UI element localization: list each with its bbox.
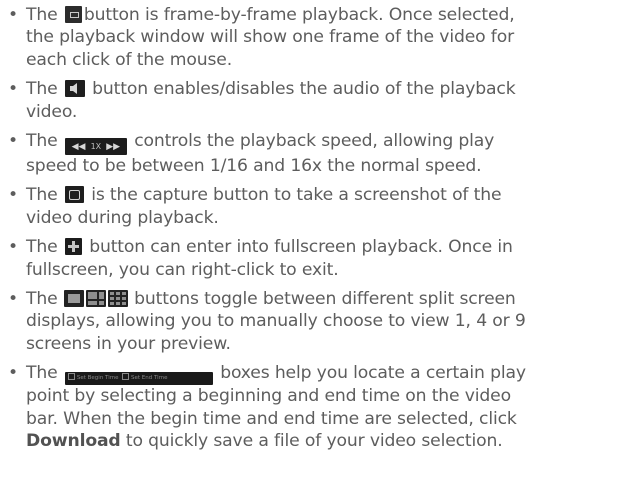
- item-line: The button is frame-by-frame playback. O…: [26, 5, 515, 25]
- instruction-document: • The button is frame-by-frame playback.…: [0, 0, 641, 495]
- end-time-label: Set End Time: [131, 375, 168, 382]
- item-line: Download to quickly save a file of your …: [26, 431, 503, 452]
- item-line: fullscreen, you can right-click to exit.: [26, 259, 339, 280]
- begin-end-time-boxes-icon: Set Begin Time Set End Time: [64, 372, 213, 386]
- item-line: The Set Begin Time Set End Time boxes he…: [26, 363, 526, 386]
- split-1-icon: [63, 290, 84, 308]
- speed-control-icon: ◀◀ 1X ▶▶: [64, 138, 127, 156]
- bullet: •: [8, 363, 18, 384]
- item-line: video.: [26, 101, 78, 122]
- bullet: •: [8, 5, 18, 25]
- bullet: •: [8, 79, 18, 100]
- bullet-item-fullscreen: • The button can enter into fullscreen p…: [6, 236, 641, 281]
- item-line: The ◀◀ 1X ▶▶ controls the playback speed…: [26, 130, 641, 156]
- item-line: the playback window will show one frame …: [26, 27, 514, 48]
- bullet: •: [8, 185, 18, 206]
- item-line: The button enables/disables the audio of…: [26, 79, 516, 100]
- bullet-item-split: • The buttons toggle between different s…: [6, 288, 641, 355]
- item-line: each click of the mouse.: [26, 49, 233, 70]
- audio-icon: [64, 80, 85, 98]
- checkbox-icon: [67, 373, 75, 381]
- item-line: point by selecting a beginning and end t…: [26, 386, 511, 407]
- speed-label: 1X: [90, 142, 102, 152]
- split-9-icon: [107, 290, 128, 308]
- fullscreen-icon: [64, 238, 82, 256]
- capture-camera-icon: [64, 186, 84, 204]
- fast-forward-icon: ▶▶: [106, 142, 121, 153]
- download-keyword: Download: [26, 431, 121, 452]
- bullet: •: [8, 237, 18, 258]
- begin-time-label: Set Begin Time: [76, 375, 119, 382]
- rewind-icon: ◀◀: [71, 142, 86, 153]
- item-line: screens in your preview.: [26, 333, 231, 354]
- bullet-item-time: • The Set Begin Time Set End Time boxes …: [6, 362, 641, 452]
- item-line: The buttons toggle between different spl…: [26, 289, 516, 310]
- bullet: •: [8, 289, 18, 310]
- item-line: The is the capture button to take a scre…: [26, 185, 502, 206]
- bullet: •: [8, 131, 18, 152]
- item-line: The button can enter into fullscreen pla…: [26, 237, 513, 258]
- checkbox-icon: [122, 373, 130, 381]
- bullet-item-frame: • The button is frame-by-frame playback.…: [6, 4, 641, 71]
- item-line: video during playback.: [26, 207, 219, 228]
- item-line: bar. When the begin time and end time ar…: [26, 408, 517, 429]
- item-line: speed to be between 1/16 and 16x the nor…: [26, 156, 482, 177]
- frame-by-frame-icon: [64, 6, 82, 23]
- split-4-icon: [85, 290, 106, 308]
- bullet-item-audio: • The button enables/disables the audio …: [6, 78, 641, 123]
- bullet-item-capture: • The is the capture button to take a sc…: [6, 184, 641, 229]
- item-line: displays, allowing you to manually choos…: [26, 311, 526, 332]
- bullet-item-speed: • The ◀◀ 1X ▶▶ controls the playback spe…: [6, 130, 641, 177]
